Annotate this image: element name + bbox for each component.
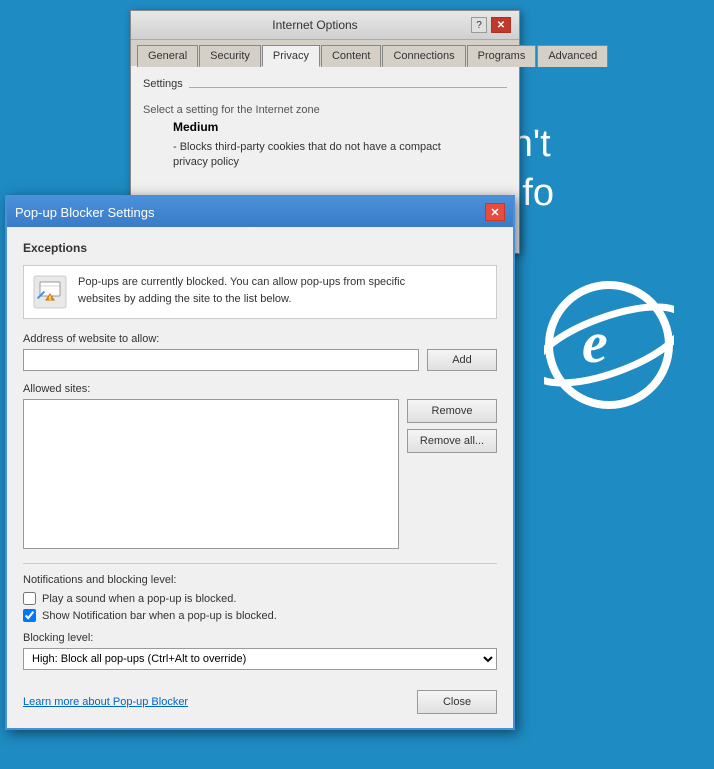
checkbox-row-1: Play a sound when a pop-up is blocked. (23, 592, 497, 605)
sites-buttons: Remove Remove all... (407, 399, 497, 549)
blocking-level-label: Blocking level: (23, 632, 497, 644)
tab-content[interactable]: Content (321, 45, 382, 67)
remove-button[interactable]: Remove (407, 399, 497, 423)
ie-tabs: General Security Privacy Content Connect… (131, 40, 519, 66)
allowed-sites-row: Remove Remove all... (23, 399, 497, 549)
add-button[interactable]: Add (427, 349, 497, 371)
ie-title-buttons: ? ✕ (471, 17, 511, 33)
ie-close-button[interactable]: ✕ (491, 17, 511, 33)
ie-logo: e (544, 280, 674, 410)
popup-title-bar: Pop-up Blocker Settings ✕ (7, 197, 513, 227)
tab-security[interactable]: Security (199, 45, 261, 67)
show-notification-checkbox[interactable] (23, 609, 36, 622)
privacy-desc1: - Blocks third-party cookies that do not… (143, 140, 507, 155)
exceptions-info-box: Pop-ups are currently blocked. You can a… (23, 265, 497, 319)
exceptions-info-text: Pop-ups are currently blocked. You can a… (78, 274, 405, 310)
zone-text: Select a setting for the Internet zone (143, 104, 507, 116)
notifications-title: Notifications and blocking level: (23, 574, 497, 586)
ie-title-bar: Internet Options ? ✕ (131, 11, 519, 40)
address-label: Address of website to allow: (23, 333, 497, 345)
tab-privacy[interactable]: Privacy (262, 45, 320, 67)
blocking-level-select[interactable]: High: Block all pop-ups (Ctrl+Alt to ove… (23, 648, 497, 670)
remove-all-button[interactable]: Remove all... (407, 429, 497, 453)
popup-dialog-content: Exceptions Pop-ups are currently blocked… (7, 227, 513, 728)
popup-dialog-title: Pop-up Blocker Settings (15, 205, 154, 220)
play-sound-checkbox[interactable] (23, 592, 36, 605)
tab-connections[interactable]: Connections (382, 45, 465, 67)
ie-dialog-title: Internet Options (159, 18, 471, 32)
settings-section: Settings (143, 78, 507, 96)
show-notification-label: Show Notification bar when a pop-up is b… (42, 610, 277, 622)
address-input[interactable] (23, 349, 419, 371)
allowed-sites-listbox[interactable] (23, 399, 399, 549)
popup-close-button[interactable]: ✕ (485, 203, 505, 221)
checkbox-row-2: Show Notification bar when a pop-up is b… (23, 609, 497, 622)
blocking-level-section: Blocking level: High: Block all pop-ups … (23, 632, 497, 670)
play-sound-label: Play a sound when a pop-up is blocked. (42, 593, 236, 605)
notifications-section: Notifications and blocking level: Play a… (23, 563, 497, 622)
svg-text:e: e (582, 310, 608, 375)
settings-label: Settings (143, 78, 183, 90)
privacy-level: Medium (143, 120, 507, 134)
close-dialog-button[interactable]: Close (417, 690, 497, 714)
popup-footer: Learn more about Pop-up Blocker Close (23, 682, 497, 714)
warning-icon (32, 274, 68, 310)
tab-programs[interactable]: Programs (467, 45, 537, 67)
ie-help-button[interactable]: ? (471, 17, 487, 33)
privacy-desc2: privacy policy (143, 155, 507, 170)
tab-advanced[interactable]: Advanced (537, 45, 608, 67)
allowed-sites-label: Allowed sites: (23, 383, 497, 395)
address-row: Add (23, 349, 497, 371)
tab-general[interactable]: General (137, 45, 198, 67)
learn-more-link[interactable]: Learn more about Pop-up Blocker (23, 696, 188, 708)
exceptions-title: Exceptions (23, 241, 497, 255)
popup-blocker-dialog: Pop-up Blocker Settings ✕ Exceptions (5, 195, 515, 730)
